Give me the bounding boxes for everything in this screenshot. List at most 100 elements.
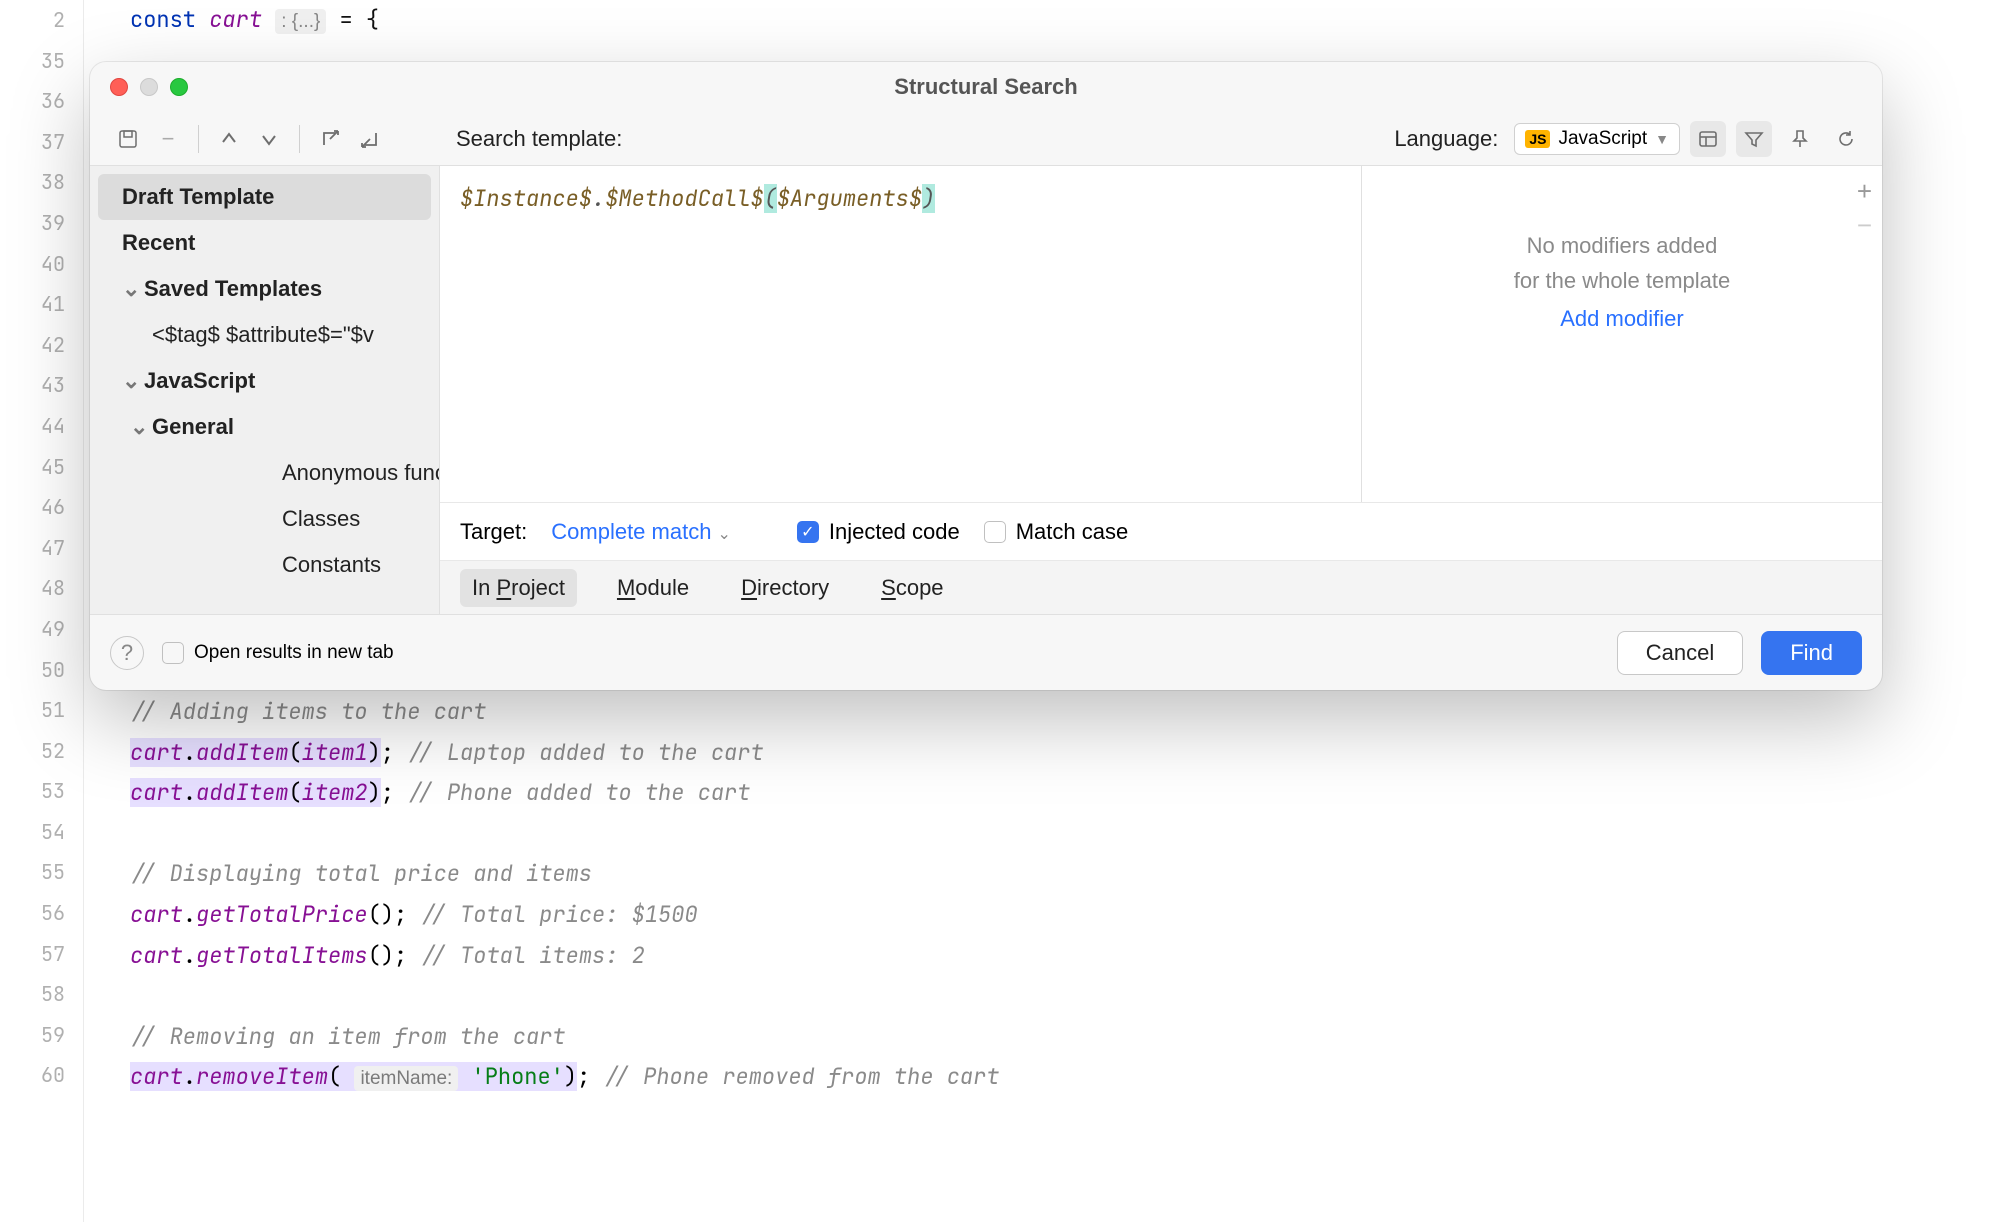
export-icon[interactable] (314, 123, 346, 155)
modifiers-panel: + − No modifiers added for the whole tem… (1362, 166, 1882, 502)
scope-tab-scope[interactable]: Scope (869, 569, 955, 607)
checkbox-icon (162, 642, 184, 664)
language-value: JavaScript (1558, 128, 1647, 150)
line-number: 54 (0, 812, 83, 853)
sidebar-item-anon[interactable]: Anonymous functions (90, 450, 439, 496)
dialog-footer: ? Open results in new tab Cancel Find (90, 614, 1882, 690)
line-number: 38 (0, 162, 83, 203)
line-number: 43 (0, 365, 83, 406)
add-modifier-link[interactable]: Add modifier (1560, 306, 1684, 332)
target-row: Target: Complete match⌄ ✓ Injected code … (440, 502, 1882, 560)
search-template-label: Search template: (456, 126, 622, 152)
code-line: // Adding items to the cart (130, 692, 2008, 733)
minimize-icon[interactable] (140, 78, 158, 96)
sidebar-item-constants[interactable]: Constants (90, 542, 439, 588)
line-number: 59 (0, 1015, 83, 1056)
line-number: 48 (0, 568, 83, 609)
injected-code-checkbox[interactable]: ✓ Injected code (797, 519, 960, 545)
code-line: cart.getTotalPrice(); // Total price: $1… (130, 895, 2008, 936)
line-number: 60 (0, 1055, 83, 1096)
save-template-icon[interactable] (112, 123, 144, 155)
line-number: 2 (0, 0, 83, 41)
line-number: 56 (0, 893, 83, 934)
toolbar: − Search template: Language: JS JavaScri… (90, 112, 1882, 166)
line-number: 50 (0, 650, 83, 691)
line-number: 44 (0, 406, 83, 447)
line-number: 58 (0, 974, 83, 1015)
main-panel: $Instance$.$MethodCall$($Arguments$) + −… (440, 166, 1882, 614)
line-number: 46 (0, 487, 83, 528)
chevron-down-icon: ⌄ (122, 276, 140, 302)
dialog-title: Structural Search (90, 74, 1882, 100)
code-line: // Removing an item from the cart (130, 1017, 2008, 1058)
scope-tab-project[interactable]: In Project (460, 569, 577, 607)
chevron-down-icon: ⌄ (122, 368, 140, 394)
remove-icon[interactable]: − (152, 123, 184, 155)
template-editor[interactable]: $Instance$.$MethodCall$($Arguments$) (440, 166, 1362, 502)
structural-search-dialog: Structural Search − Search template: (90, 62, 1882, 690)
line-number: 42 (0, 325, 83, 366)
line-number: 47 (0, 528, 83, 569)
pin-icon[interactable] (1782, 121, 1818, 157)
refresh-icon[interactable] (1828, 121, 1864, 157)
line-number: 45 (0, 447, 83, 488)
open-new-tab-checkbox[interactable]: Open results in new tab (162, 642, 394, 664)
target-dropdown[interactable]: Complete match⌄ (551, 519, 731, 545)
prev-icon[interactable] (213, 123, 245, 155)
sidebar-item-javascript[interactable]: ⌄JavaScript (90, 358, 439, 404)
help-icon[interactable]: ? (110, 636, 144, 670)
toggle-panel-icon[interactable] (1690, 121, 1726, 157)
line-number: 51 (0, 690, 83, 731)
scope-tab-directory[interactable]: Directory (729, 569, 841, 607)
language-label: Language: (1394, 126, 1498, 152)
match-case-checkbox[interactable]: Match case (984, 519, 1129, 545)
import-icon[interactable] (354, 123, 386, 155)
target-label: Target: (460, 519, 527, 545)
sidebar-item-draft[interactable]: Draft Template (98, 174, 431, 220)
code-line: cart.addItem(item1); // Laptop added to … (130, 733, 2008, 774)
gutter: 2 35 36 37 38 39 40 41 42 43 44 45 46 47… (0, 0, 84, 1222)
line-number: 40 (0, 244, 83, 285)
scope-row: In Project Module Directory Scope (440, 560, 1882, 614)
templates-sidebar: Draft Template Recent ⌄Saved Templates <… (90, 166, 440, 614)
line-number: 37 (0, 122, 83, 163)
chevron-down-icon: ⌄ (717, 526, 730, 543)
line-number: 49 (0, 609, 83, 650)
code-line: cart.removeItem( itemName: 'Phone'); // … (130, 1057, 2008, 1100)
code-line: // Displaying total price and items (130, 854, 2008, 895)
cancel-button[interactable]: Cancel (1617, 631, 1743, 675)
filter-icon[interactable] (1736, 121, 1772, 157)
line-number: 55 (0, 852, 83, 893)
line-number: 39 (0, 203, 83, 244)
code-line: cart.addItem(item2); // Phone added to t… (130, 773, 2008, 814)
titlebar: Structural Search (90, 62, 1882, 112)
code-line: const cart : {...} = { (130, 0, 2008, 43)
line-number: 35 (0, 41, 83, 82)
sidebar-item-saved-entry[interactable]: <$tag$ $attribute$="$v (90, 312, 439, 358)
chevron-down-icon: ▼ (1655, 131, 1669, 147)
scope-tab-module[interactable]: Module (605, 569, 701, 607)
js-badge-icon: JS (1525, 130, 1550, 148)
checkbox-icon: ✓ (797, 521, 819, 543)
close-icon[interactable] (110, 78, 128, 96)
sidebar-item-recent[interactable]: Recent (90, 220, 439, 266)
line-number: 57 (0, 934, 83, 975)
chevron-down-icon: ⌄ (130, 414, 148, 440)
next-icon[interactable] (253, 123, 285, 155)
add-modifier-icon[interactable]: + (1857, 176, 1872, 207)
checkbox-icon (984, 521, 1006, 543)
remove-modifier-icon: − (1857, 210, 1872, 241)
line-number: 52 (0, 731, 83, 772)
sidebar-item-saved[interactable]: ⌄Saved Templates (90, 266, 439, 312)
sidebar-item-classes[interactable]: Classes (90, 496, 439, 542)
window-controls (90, 78, 188, 96)
line-number: 36 (0, 81, 83, 122)
language-select[interactable]: JS JavaScript ▼ (1514, 123, 1680, 155)
line-number: 41 (0, 284, 83, 325)
modifiers-text: No modifiers added for the whole templat… (1514, 228, 1730, 298)
sidebar-item-general[interactable]: ⌄General (90, 404, 439, 450)
code-line: cart.getTotalItems(); // Total items: 2 (130, 936, 2008, 977)
find-button[interactable]: Find (1761, 631, 1862, 675)
line-number: 53 (0, 771, 83, 812)
maximize-icon[interactable] (170, 78, 188, 96)
